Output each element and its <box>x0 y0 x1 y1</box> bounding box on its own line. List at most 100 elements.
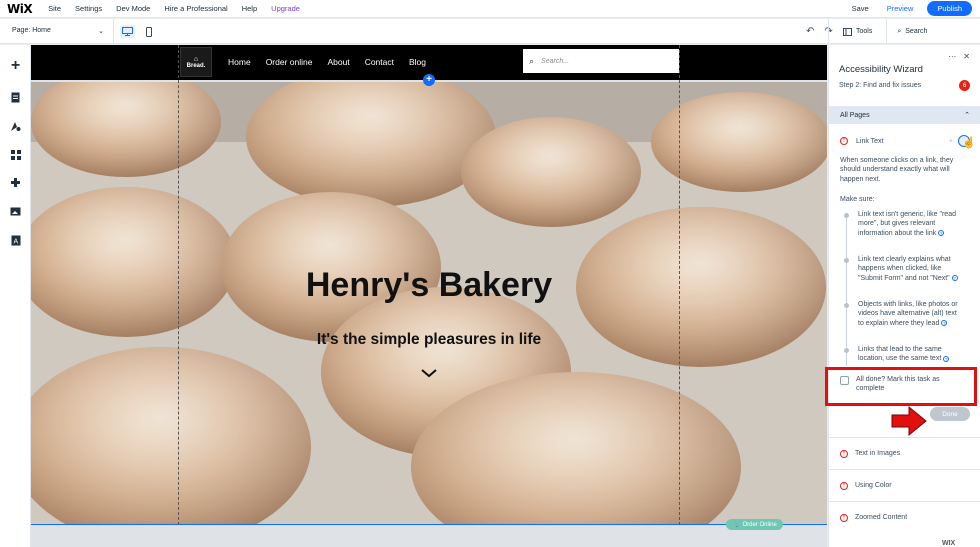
search-icon: ⌕ <box>529 55 535 66</box>
menu-help[interactable]: Help <box>242 4 257 13</box>
apps-icon[interactable] <box>8 147 23 162</box>
nav-contact[interactable]: Contact <box>365 57 394 67</box>
issue-label: Text in Images <box>855 450 901 457</box>
panel-title: Accessibility Wizard <box>839 64 923 75</box>
checklist-text: Links that lead to the same location, us… <box>858 346 942 363</box>
all-pages-section[interactable]: All Pages ⌃ <box>829 106 980 124</box>
add-icon[interactable]: + <box>949 138 953 145</box>
menu-hire-professional[interactable]: Hire a Professional <box>164 4 227 13</box>
help-icon[interactable]: ? <box>943 355 950 362</box>
make-sure-label: Make sure: <box>840 196 875 203</box>
hero-section[interactable]: Henry's Bakery It's the simple pleasures… <box>31 82 827 525</box>
desktop-icon <box>122 27 133 36</box>
help-icon[interactable]: ? <box>951 275 958 282</box>
order-online-anchor[interactable]: ⚓ Order Online <box>726 519 783 530</box>
menu-dev-mode[interactable]: Dev Mode <box>116 4 150 13</box>
menu-upgrade[interactable]: Upgrade <box>271 4 300 13</box>
done-button[interactable]: Done <box>930 407 970 421</box>
search-label: Search <box>905 28 928 35</box>
step-label: Step 2: Find and fix issues <box>839 82 922 89</box>
hero-subtitle[interactable]: It's the simple pleasures in life <box>31 331 827 349</box>
pages-icon[interactable] <box>8 90 23 105</box>
accessibility-wizard-panel: ⋯ ✕ Accessibility Wizard Step 2: Find an… <box>828 45 980 547</box>
menu-site[interactable]: Site <box>48 4 61 13</box>
order-online-pill-label: Order Online <box>742 521 777 528</box>
chevron-down-icon: ⌄ <box>98 28 104 35</box>
link-text-issue[interactable]: ! Link Text + <box>840 135 970 147</box>
issue-title: Link Text <box>856 137 884 145</box>
page-selector[interactable]: Page: Home ⌄ <box>12 27 104 35</box>
checklist-dot <box>844 303 849 308</box>
warning-icon: ! <box>840 449 848 458</box>
publish-button[interactable]: Publish <box>927 1 972 16</box>
tools-button[interactable]: Tools <box>843 27 873 36</box>
design-icon[interactable] <box>8 119 23 134</box>
hand-cursor-icon: ☝ <box>962 137 976 149</box>
media-icon[interactable] <box>8 204 23 219</box>
wix-logo[interactable]: WiX <box>7 2 33 16</box>
nav-blog[interactable]: Blog <box>409 57 426 67</box>
device-switcher <box>113 19 162 44</box>
panel-step: Step 2: Find and fix issues 6 <box>839 80 970 91</box>
chevron-up-icon: ⌃ <box>964 112 970 119</box>
mobile-icon <box>145 26 152 37</box>
undo-icon[interactable]: ↶ <box>806 26 814 37</box>
site-search-bar[interactable]: ⌕ Search... <box>523 49 679 73</box>
red-arrow-icon <box>891 405 927 437</box>
issue-zoomed-content[interactable]: ! Zoomed Content <box>829 501 980 533</box>
cms-icon[interactable]: A <box>8 233 23 248</box>
warning-icon: ! <box>840 513 848 522</box>
anchor-icon: ⚓ <box>732 522 740 528</box>
site-logo[interactable]: ⌂ Bread. <box>180 47 212 77</box>
close-icon[interactable]: ✕ <box>963 52 970 61</box>
warning-icon: ! <box>840 137 848 145</box>
issue-label: Zoomed Content <box>855 514 908 521</box>
left-sidebar: + A <box>0 45 31 547</box>
scroll-down-chevron-icon[interactable] <box>421 365 437 381</box>
issue-count-badge: 6 <box>959 80 970 91</box>
panel-controls: ⋯ ✕ <box>948 52 970 61</box>
tools-label: Tools <box>856 28 873 35</box>
help-icon[interactable]: ? <box>941 320 948 327</box>
top-menu-bar: WiX Site Settings Dev Mode Hire a Profes… <box>0 0 980 18</box>
nav-about[interactable]: About <box>327 57 349 67</box>
checklist-item: Links that lead to the same location, us… <box>858 345 958 364</box>
bread-logo-icon: ⌂ <box>193 55 199 63</box>
issue-text-in-images[interactable]: ! Text in Images <box>829 437 980 469</box>
business-icon[interactable] <box>8 175 23 190</box>
add-elements-icon[interactable]: + <box>8 57 23 74</box>
more-options-icon[interactable]: ⋯ <box>948 52 956 61</box>
hero-title[interactable]: Henry's Bakery <box>31 266 827 305</box>
issue-label: Using Color <box>855 482 892 489</box>
search-button[interactable]: ⌕ Search <box>897 28 927 36</box>
desktop-view-button[interactable] <box>120 25 135 38</box>
preview-button[interactable]: Preview <box>887 4 914 13</box>
gridline-right <box>679 45 680 525</box>
mobile-view-button[interactable] <box>141 25 156 38</box>
section-boundary <box>31 524 827 525</box>
save-button[interactable]: Save <box>852 4 869 13</box>
checklist-timeline <box>846 216 847 366</box>
editor-canvas[interactable]: Henry's Bakery It's the simple pleasures… <box>31 45 827 547</box>
add-section-icon[interactable]: + <box>423 74 435 86</box>
tools-icon <box>843 27 852 36</box>
menu-settings[interactable]: Settings <box>75 4 102 13</box>
nav-order-online[interactable]: Order online <box>266 57 313 67</box>
warning-icon: ! <box>840 481 848 490</box>
top-actions: Save Preview Publish <box>852 1 972 16</box>
highlight-box <box>825 367 977 406</box>
wix-footer-badge: WIX <box>942 540 956 547</box>
gridline-left <box>178 45 179 525</box>
issue-using-color[interactable]: ! Using Color <box>829 469 980 501</box>
help-icon[interactable]: ? <box>938 230 945 237</box>
checklist-item: Link text isn't generic, like "read more… <box>858 210 958 238</box>
site-nav-menu: Home Order online About Contact Blog <box>228 57 441 67</box>
checklist-dot <box>844 213 849 218</box>
issue-description: When someone clicks on a link, they shou… <box>840 157 954 183</box>
tools-area: Tools ⌕ Search <box>828 19 941 44</box>
checklist-item: Link text clearly explains what happens … <box>858 255 958 283</box>
page-selector-label: Page: Home <box>12 27 51 34</box>
checklist-dot <box>844 258 849 263</box>
nav-home[interactable]: Home <box>228 57 251 67</box>
checklist-dot <box>844 348 849 353</box>
